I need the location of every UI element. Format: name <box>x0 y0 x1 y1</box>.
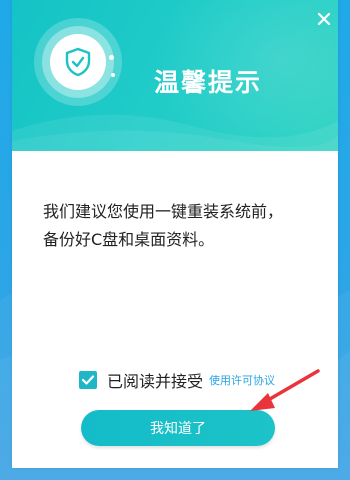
dialog-header: 温馨提示 <box>12 0 338 151</box>
dialog-title: 温馨提示 <box>154 68 263 97</box>
close-icon[interactable] <box>315 10 333 28</box>
message-line-1: 我们建议您使用一键重装系统前， <box>43 202 284 221</box>
checkmark-icon <box>81 375 95 385</box>
ok-button[interactable]: 我知道了 <box>81 410 275 446</box>
notice-dialog: 温馨提示 我们建议您使用一键重装系统前， 备份好C盘和桌面资料。 已阅读并接受 … <box>12 0 338 468</box>
agree-checkbox[interactable] <box>79 371 97 389</box>
decor-dot <box>111 73 115 77</box>
shield-check-icon <box>65 47 91 77</box>
agree-label: 已阅读并接受 <box>107 372 204 391</box>
agreement-row: 已阅读并接受 使用许可协议 <box>79 369 275 391</box>
decor-dot <box>109 55 114 60</box>
message-line-2: 备份好C盘和桌面资料。 <box>43 230 215 249</box>
license-agreement-link[interactable]: 使用许可协议 <box>209 372 275 388</box>
warning-message: 我们建议您使用一键重装系统前， 备份好C盘和桌面资料。 <box>43 198 328 254</box>
